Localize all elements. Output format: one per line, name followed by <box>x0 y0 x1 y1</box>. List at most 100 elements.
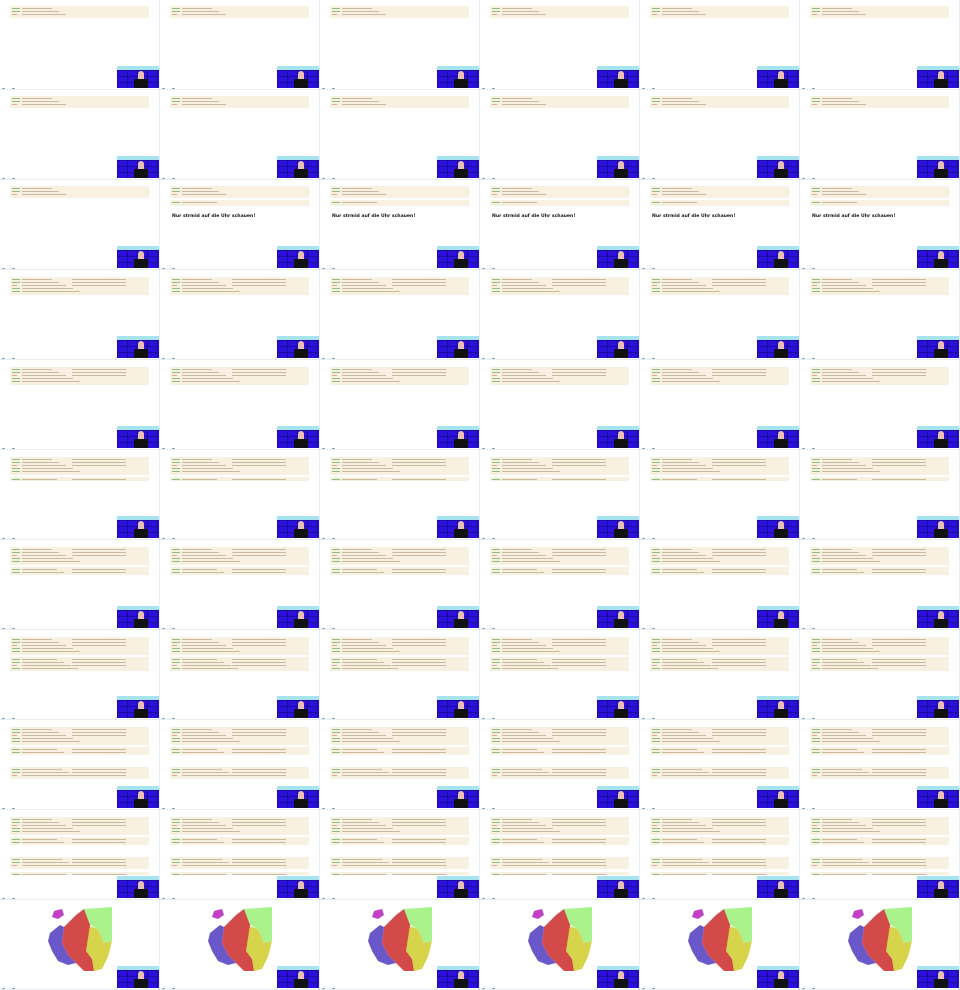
code-line <box>822 368 852 370</box>
slide-thumbnail[interactable] <box>800 810 960 900</box>
code-line <box>172 467 180 469</box>
slide-thumbnail[interactable] <box>800 450 960 540</box>
slide-thumbnail[interactable] <box>160 360 320 450</box>
slide-thumbnail[interactable] <box>800 360 960 450</box>
slide-thumbnail[interactable] <box>800 0 960 90</box>
code-block <box>490 547 629 565</box>
slide-thumbnail[interactable] <box>480 720 640 810</box>
code-line <box>342 478 377 480</box>
slide-thumbnail[interactable] <box>0 180 160 270</box>
slide-thumbnail[interactable] <box>320 90 480 180</box>
code-line <box>652 661 660 663</box>
slide-thumbnail[interactable] <box>160 720 320 810</box>
slide-thumbnail[interactable] <box>640 360 800 450</box>
code-block <box>490 457 629 475</box>
slide-thumbnail[interactable] <box>0 720 160 810</box>
slide-thumbnail[interactable] <box>640 720 800 810</box>
code-line <box>812 858 820 860</box>
slide-thumbnail[interactable] <box>160 540 320 630</box>
slide-thumbnail[interactable] <box>640 0 800 90</box>
slide-thumbnail[interactable] <box>800 90 960 180</box>
slide-thumbnail[interactable] <box>480 0 640 90</box>
slide-thumbnail[interactable]: Nur strmid auf die Uhr schauen! <box>800 180 960 270</box>
code-line <box>552 548 606 550</box>
slide-thumbnail[interactable] <box>0 90 160 180</box>
slide-thumbnail[interactable] <box>480 540 640 630</box>
slide-thumbnail[interactable] <box>320 270 480 360</box>
code-line <box>652 193 657 195</box>
code-line <box>712 728 766 730</box>
code-line <box>822 740 880 742</box>
speaker-video-inset <box>277 966 319 988</box>
slide-thumbnail[interactable] <box>0 360 160 450</box>
slide-thumbnail[interactable] <box>0 630 160 720</box>
slide-thumbnail[interactable] <box>640 270 800 360</box>
slide-thumbnail[interactable] <box>640 450 800 540</box>
slide-thumbnail[interactable]: Nur strmid auf die Uhr schauen! <box>480 180 640 270</box>
code-line <box>342 470 400 472</box>
slide-thumbnail[interactable] <box>480 270 640 360</box>
code-line <box>332 371 340 373</box>
slide-thumbnail[interactable] <box>160 630 320 720</box>
slide-thumbnail[interactable] <box>320 630 480 720</box>
slide-thumbnail[interactable] <box>160 0 320 90</box>
slide-footer <box>322 893 336 899</box>
slide-thumbnail[interactable] <box>0 900 160 990</box>
slide-thumbnail[interactable] <box>160 450 320 540</box>
slide-thumbnail[interactable] <box>0 270 160 360</box>
slide-thumbnail[interactable] <box>800 270 960 360</box>
code-line <box>502 748 537 750</box>
slide-thumbnail[interactable]: Nur strmid auf die Uhr schauen! <box>640 180 800 270</box>
slide-thumbnail[interactable] <box>160 270 320 360</box>
slide-thumbnail[interactable] <box>320 360 480 450</box>
slide-thumbnail[interactable] <box>160 900 320 990</box>
slide-thumbnail[interactable] <box>160 810 320 900</box>
code-line <box>812 751 820 753</box>
code-line <box>172 830 180 832</box>
code-line <box>812 568 820 570</box>
code-line <box>332 478 340 480</box>
code-line <box>712 571 766 573</box>
slide-thumbnail[interactable] <box>0 810 160 900</box>
code-line <box>342 731 379 733</box>
code-line <box>712 368 766 370</box>
slide-thumbnail[interactable] <box>320 720 480 810</box>
slide-thumbnail[interactable] <box>480 630 640 720</box>
code-block <box>330 277 469 295</box>
slide-thumbnail[interactable]: Nur strmid auf die Uhr schauen! <box>320 180 480 270</box>
code-block <box>650 277 789 295</box>
slide-thumbnail[interactable] <box>640 540 800 630</box>
slide-thumbnail[interactable] <box>640 810 800 900</box>
slide-thumbnail[interactable] <box>160 90 320 180</box>
code-line <box>332 873 340 875</box>
slide-thumbnail[interactable] <box>800 720 960 810</box>
slide-thumbnail[interactable] <box>800 540 960 630</box>
slide-thumbnail[interactable] <box>0 450 160 540</box>
slide-thumbnail[interactable] <box>800 630 960 720</box>
slide-thumbnail[interactable] <box>480 900 640 990</box>
slide-thumbnail[interactable]: Nur strmid auf die Uhr schauen! <box>160 180 320 270</box>
slide-thumbnail[interactable] <box>640 630 800 720</box>
code-line <box>492 278 500 280</box>
slide-thumbnail[interactable] <box>640 900 800 990</box>
slide-thumbnail[interactable] <box>800 900 960 990</box>
slide-thumbnail[interactable] <box>480 450 640 540</box>
slide-thumbnail[interactable] <box>320 900 480 990</box>
code-line <box>172 7 180 9</box>
code-line <box>72 278 126 280</box>
slide-thumbnail[interactable] <box>320 0 480 90</box>
slide-thumbnail[interactable] <box>320 450 480 540</box>
slide-thumbnail[interactable] <box>0 0 160 90</box>
slide-thumbnail[interactable] <box>640 90 800 180</box>
slide-thumbnail[interactable] <box>480 810 640 900</box>
slide-thumbnail[interactable] <box>320 540 480 630</box>
code-line <box>822 100 859 102</box>
speaker-video-inset <box>117 246 159 268</box>
slide-thumbnail[interactable] <box>320 810 480 900</box>
slide-thumbnail[interactable] <box>0 540 160 630</box>
europe-map-icon <box>528 907 592 971</box>
slide-thumbnail[interactable] <box>480 360 640 450</box>
podium <box>134 889 148 898</box>
code-block <box>810 747 949 755</box>
slide-thumbnail[interactable] <box>480 90 640 180</box>
